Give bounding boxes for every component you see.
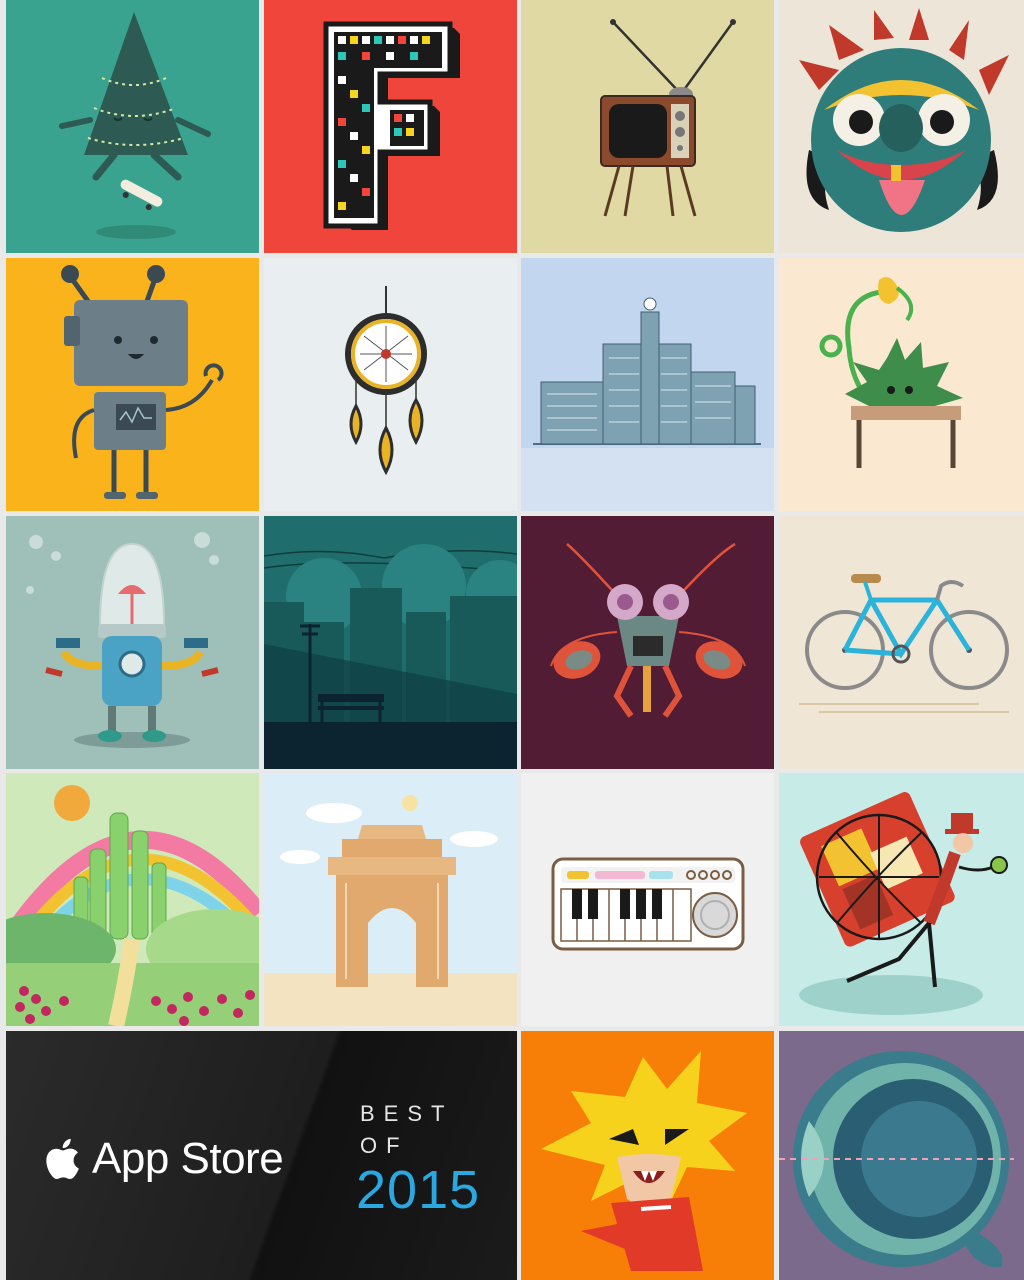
building-icon <box>521 258 774 511</box>
insect-icon <box>521 516 774 769</box>
app-store-label: App Store <box>92 1134 284 1183</box>
artwork-grid: App Store BEST OF 2015 <box>0 0 1024 1280</box>
capsule-robot-icon <box>6 516 259 769</box>
night-city-bench-icon <box>264 516 517 769</box>
tile-dreamcatcher[interactable] <box>264 258 517 511</box>
pixel-letter-f-icon <box>264 0 517 253</box>
potted-plant-creature-icon <box>779 258 1024 511</box>
year-label: 2015 <box>356 1160 481 1220</box>
india-gate-icon <box>264 773 517 1026</box>
tile-box-robot[interactable] <box>6 258 259 511</box>
of-label: OF <box>360 1133 409 1158</box>
best-of-2015-badge[interactable]: App Store BEST OF 2015 <box>6 1031 517 1280</box>
retro-tv-icon <box>521 0 774 253</box>
tribal-mask-icon <box>779 0 1024 253</box>
apple-logo-icon <box>46 1138 79 1180</box>
tile-capsule-robot[interactable] <box>6 516 259 769</box>
dreamcatcher-icon <box>264 258 517 511</box>
best-label: BEST <box>360 1101 454 1126</box>
traveler-backpack-icon <box>779 773 1024 1026</box>
box-robot-icon <box>6 258 259 511</box>
tile-eye[interactable] <box>779 1031 1024 1280</box>
tile-christmas-tree[interactable] <box>6 0 259 253</box>
tile-traveler[interactable] <box>779 773 1024 1026</box>
app-store-brand: App Store <box>44 1134 284 1184</box>
spiky-hair-hero-icon <box>521 1031 774 1280</box>
keyboard-synth-icon <box>521 773 774 1026</box>
tile-building[interactable] <box>521 258 774 511</box>
tile-spiky-hero[interactable] <box>521 1031 774 1280</box>
tile-tribal-mask[interactable] <box>779 0 1024 253</box>
tile-keyboard[interactable] <box>521 773 774 1026</box>
tile-india-gate[interactable] <box>264 773 517 1026</box>
tile-retro-tv[interactable] <box>521 0 774 253</box>
eye-cross-section-icon <box>779 1031 1024 1280</box>
tile-emerald-city[interactable] <box>6 773 259 1026</box>
tile-bicycle[interactable] <box>779 516 1024 769</box>
tile-night-city[interactable] <box>264 516 517 769</box>
bicycle-icon <box>779 516 1024 769</box>
tile-pixel-letter[interactable] <box>264 0 517 253</box>
tile-potted-plant[interactable] <box>779 258 1024 511</box>
tile-insect[interactable] <box>521 516 774 769</box>
emerald-city-rainbow-icon <box>6 773 259 1026</box>
christmas-tree-skateboard-icon <box>6 0 259 253</box>
